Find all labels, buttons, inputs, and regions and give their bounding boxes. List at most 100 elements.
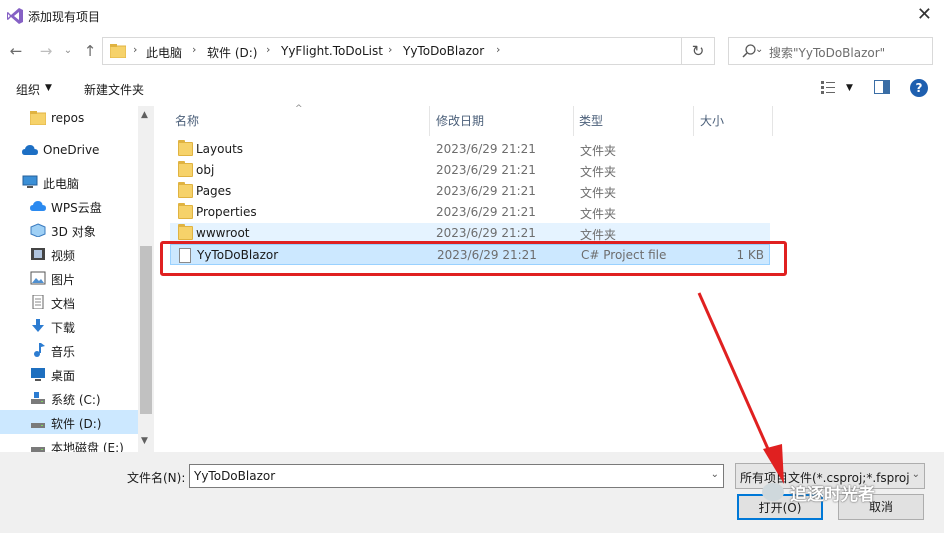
- file-name: Layouts: [196, 142, 244, 156]
- column-header-name[interactable]: 名称: [175, 112, 199, 129]
- breadcrumb-project-folder[interactable]: YyToDoBlazor: [403, 44, 484, 58]
- refresh-button[interactable]: ↻: [682, 37, 715, 65]
- filename-field[interactable]: YyToDoBlazor ⌄: [189, 464, 724, 488]
- scroll-down-icon[interactable]: ▼: [141, 436, 148, 446]
- sidebar-item-label: repos: [51, 111, 85, 125]
- sidebar-item-drive-e[interactable]: 本地磁盘 (E:): [0, 434, 138, 452]
- sidebar-item-downloads[interactable]: 下载: [0, 314, 138, 338]
- folder-icon: [30, 111, 46, 125]
- sidebar-item-videos[interactable]: 视频: [0, 242, 138, 266]
- organize-button[interactable]: 组织: [16, 81, 40, 98]
- chevron-down-icon[interactable]: ⌄: [711, 469, 719, 480]
- sidebar-item-label: 下载: [51, 321, 76, 335]
- sidebar-item-drive-c[interactable]: 系统 (C:): [0, 386, 138, 410]
- up-button[interactable]: ↑: [80, 40, 100, 62]
- video-icon: [31, 248, 45, 260]
- sidebar-item-onedrive[interactable]: OneDrive: [0, 138, 138, 162]
- file-type: 文件夹: [580, 186, 617, 200]
- sidebar-item-this-pc[interactable]: 此电脑: [0, 170, 138, 194]
- sidebar-item-label: 系统 (C:): [51, 393, 101, 407]
- chevron-right-icon: ›: [192, 43, 197, 56]
- file-name: obj: [196, 163, 215, 177]
- chevron-right-icon: ›: [388, 43, 393, 56]
- pictures-icon: [30, 271, 46, 285]
- list-item[interactable]: Pages 2023/6/29 21:21 文件夹: [170, 181, 770, 202]
- drive-icon: [31, 447, 45, 452]
- file-type: 文件夹: [580, 207, 617, 221]
- sidebar-item-repos[interactable]: repos: [0, 106, 138, 130]
- folder-icon: [178, 224, 193, 240]
- column-divider[interactable]: [772, 106, 773, 136]
- highlight-annotation: [160, 241, 787, 276]
- file-name: Properties: [196, 205, 257, 219]
- sidebar-item-3d-objects[interactable]: 3D 对象: [0, 218, 138, 242]
- chevron-right-icon: ›: [496, 43, 501, 56]
- download-icon: [32, 319, 44, 332]
- desktop-icon: [31, 368, 45, 381]
- window-title: 添加现有项目: [28, 10, 101, 24]
- list-item[interactable]: obj 2023/6/29 21:21 文件夹: [170, 160, 770, 181]
- back-button[interactable]: ←: [6, 40, 26, 62]
- list-item[interactable]: Properties 2023/6/29 21:21 文件夹: [170, 202, 770, 223]
- sidebar-item-drive-d[interactable]: 软件 (D:): [0, 410, 138, 434]
- sidebar-item-label: 本地磁盘 (E:): [51, 441, 124, 452]
- column-divider[interactable]: [693, 106, 694, 136]
- folder-icon: [178, 140, 193, 156]
- breadcrumb-solution-folder[interactable]: YyFlight.ToDoList: [281, 44, 383, 58]
- watermark-text: 追逐时光者: [790, 485, 875, 505]
- forward-button[interactable]: →: [36, 40, 56, 62]
- sidebar-item-pictures[interactable]: 图片: [0, 266, 138, 290]
- breadcrumb-this-pc[interactable]: 此电脑: [146, 44, 182, 61]
- file-list: ^ 名称 修改日期 类型 大小 Layouts 2023/6/29 21:21 …: [155, 104, 944, 452]
- search-input[interactable]: 搜索"YyToDoBlazor": [728, 37, 933, 65]
- sidebar-item-desktop[interactable]: 桌面: [0, 362, 138, 386]
- file-modified: 2023/6/29 21:21: [436, 163, 536, 177]
- wps-cloud-icon: [30, 201, 46, 211]
- sidebar-item-label: 音乐: [51, 345, 76, 359]
- scroll-up-icon[interactable]: ▲: [141, 110, 148, 120]
- column-header-size[interactable]: 大小: [700, 112, 724, 129]
- sidebar-item-label: 此电脑: [43, 177, 80, 191]
- help-icon[interactable]: ?: [910, 79, 928, 97]
- file-name: Pages: [196, 184, 232, 198]
- address-bar[interactable]: › 此电脑 › 软件 (D:) › YyFlight.ToDoList › Yy…: [102, 37, 763, 65]
- view-options-icon[interactable]: [820, 79, 836, 95]
- recent-locations-button[interactable]: ⌄: [58, 40, 78, 62]
- sidebar-item-label: OneDrive: [43, 143, 100, 157]
- list-item[interactable]: Layouts 2023/6/29 21:21 文件夹: [170, 139, 770, 160]
- file-modified: 2023/6/29 21:21: [436, 205, 536, 219]
- drive-icon: [31, 392, 45, 404]
- sidebar-item-music[interactable]: 音乐: [0, 338, 138, 362]
- computer-icon: [22, 175, 38, 188]
- column-header-type[interactable]: 类型: [579, 112, 603, 129]
- folder-icon: [178, 161, 193, 177]
- documents-icon: [32, 295, 44, 309]
- column-divider[interactable]: [429, 106, 430, 136]
- sidebar-scrollbar[interactable]: ▲ ▼: [138, 106, 154, 452]
- filename-value: YyToDoBlazor: [194, 469, 276, 483]
- close-icon[interactable]: ✕: [917, 4, 932, 25]
- sidebar-item-label: 视频: [51, 249, 76, 263]
- file-name: wwwroot: [196, 226, 250, 240]
- sidebar-item-label: WPS云盘: [51, 201, 102, 215]
- sidebar-item-wps-cloud[interactable]: WPS云盘: [0, 194, 138, 218]
- file-modified: 2023/6/29 21:21: [436, 226, 536, 240]
- preview-pane-icon[interactable]: [874, 80, 890, 94]
- scrollbar-thumb[interactable]: [140, 246, 152, 414]
- sidebar-item-label: 文档: [51, 297, 76, 311]
- file-type: 文件夹: [580, 144, 617, 158]
- breadcrumb-drive-d[interactable]: 软件 (D:): [207, 44, 257, 61]
- column-header-modified[interactable]: 修改日期: [436, 112, 484, 129]
- sidebar-item-label: 图片: [51, 273, 76, 287]
- column-divider[interactable]: [573, 106, 574, 136]
- caret-down-icon[interactable]: ▼: [846, 83, 853, 93]
- chevron-right-icon: ›: [266, 43, 271, 56]
- visual-studio-icon: [7, 8, 23, 24]
- new-folder-button[interactable]: 新建文件夹: [84, 81, 144, 98]
- file-modified: 2023/6/29 21:21: [436, 142, 536, 156]
- folder-icon: [178, 203, 193, 219]
- file-modified: 2023/6/29 21:21: [436, 184, 536, 198]
- sidebar-item-documents[interactable]: 文档: [0, 290, 138, 314]
- toolbar: 组织 ▼ 新建文件夹 ▼ ?: [0, 70, 944, 106]
- caret-down-icon[interactable]: ▼: [45, 83, 52, 93]
